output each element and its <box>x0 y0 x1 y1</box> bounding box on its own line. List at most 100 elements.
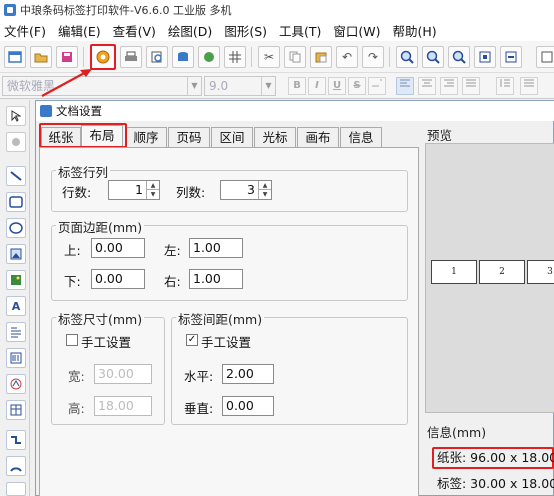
tab-paper[interactable]: 纸张 <box>41 127 81 147</box>
gap-horizontal-label: 水平: <box>184 369 214 384</box>
grid-icon[interactable] <box>224 46 246 68</box>
image-edit-tool-icon[interactable] <box>6 244 26 264</box>
tab-cursor[interactable]: 光标 <box>254 127 296 147</box>
more-tools-icon[interactable] <box>536 46 554 68</box>
cols-value: 3 <box>247 182 255 197</box>
dialog-title: 文档设置 <box>56 104 102 118</box>
line-tool-icon[interactable] <box>6 166 26 186</box>
undo-icon[interactable]: ↶ <box>336 46 358 68</box>
layout-tab-panel: 标签行列 行数: 1 ▲ ▼ 列数: 3 ▲ ▼ 页面边距(mm) 上: 0.0… <box>39 147 419 496</box>
save-icon[interactable] <box>56 46 78 68</box>
zoom-actual-icon[interactable] <box>448 46 470 68</box>
label-gap-group: 标签间距(mm) ✓ 手工设置 水平: 2.00 垂直: 0.00 <box>171 309 408 425</box>
bold-button[interactable]: B <box>288 77 306 95</box>
menu-view[interactable]: 查看(V) <box>107 21 162 40</box>
preview-area: 1 2 3 <box>425 143 554 413</box>
label-gap-manual-label: 手工设置 <box>201 335 252 350</box>
fit-page-icon[interactable] <box>474 46 496 68</box>
spin-up-icon[interactable]: ▲ <box>258 181 271 190</box>
new-document-icon[interactable] <box>4 46 26 68</box>
italic-button[interactable]: I <box>308 77 326 95</box>
menu-draw[interactable]: 绘图(D) <box>162 21 218 40</box>
edit-nodes-icon[interactable] <box>6 132 26 152</box>
fit-width-icon[interactable] <box>500 46 522 68</box>
spin-down-icon[interactable]: ▼ <box>146 190 159 199</box>
data-source-icon[interactable] <box>198 46 220 68</box>
gap-horizontal-input[interactable]: 2.00 <box>222 364 274 384</box>
menu-help[interactable]: 帮助(H) <box>387 21 443 40</box>
table-tool-icon[interactable] <box>6 400 26 420</box>
cols-stepper[interactable]: 3 ▲ ▼ <box>220 180 272 200</box>
margin-bottom-input[interactable]: 0.00 <box>91 269 145 289</box>
text-tool-icon[interactable]: A <box>6 296 26 316</box>
open-folder-icon[interactable] <box>30 46 52 68</box>
print-icon[interactable] <box>120 46 142 68</box>
tab-info[interactable]: 信息 <box>340 127 382 147</box>
line-spacing-icon[interactable] <box>520 77 538 95</box>
copy-icon[interactable] <box>284 46 306 68</box>
qrcode-tool-icon[interactable] <box>6 374 26 394</box>
menu-bar: 文件(F) 编辑(E) 查看(V) 绘图(D) 图形(S) 工具(T) 窗口(W… <box>0 20 554 41</box>
cols-label: 列数: <box>176 185 206 200</box>
align-justify-icon[interactable] <box>462 77 480 95</box>
toolbar-separator <box>251 47 252 67</box>
zoom-in-icon[interactable] <box>396 46 418 68</box>
print-preview-icon[interactable] <box>146 46 168 68</box>
database-icon[interactable] <box>172 46 194 68</box>
underline-button[interactable]: U <box>328 77 346 95</box>
align-center-icon[interactable] <box>418 77 436 95</box>
rectangle-tool-icon[interactable] <box>6 192 26 212</box>
margin-left-input[interactable]: 1.00 <box>189 238 243 258</box>
label-width-input[interactable]: 30.00 <box>94 364 152 384</box>
main-toolbar: ✂ ↶ ↷ <box>0 41 554 73</box>
rows-cols-group-title: 标签行列 <box>56 162 111 181</box>
drawing-tools-panel: A <box>0 100 30 496</box>
barcode-tool-icon[interactable] <box>6 348 26 368</box>
app-title: 中琅条码标签打印软件-V6.6.0 工业版 多机 <box>20 4 232 17</box>
spin-up-icon[interactable]: ▲ <box>146 181 159 190</box>
label-gap-manual-checkbox[interactable]: ✓ <box>186 334 198 346</box>
select-pointer-icon[interactable] <box>6 106 26 126</box>
info-title: 信息(mm) <box>427 425 487 440</box>
curve-tool-icon[interactable] <box>6 482 26 496</box>
rows-stepper[interactable]: 1 ▲ ▼ <box>108 180 160 200</box>
menu-tools[interactable]: 工具(T) <box>273 21 327 40</box>
font-size-value: 9.0 <box>209 79 229 93</box>
image-tool-icon[interactable] <box>6 270 26 290</box>
menu-shape[interactable]: 图形(S) <box>218 21 273 40</box>
app-icon <box>4 4 16 16</box>
document-settings-gear-icon[interactable] <box>90 44 116 70</box>
redo-icon[interactable]: ↷ <box>362 46 384 68</box>
label-size-manual-checkbox[interactable] <box>66 334 78 346</box>
font-size-select[interactable]: 9.0 ▼ <box>204 76 276 96</box>
label-height-input[interactable]: 18.00 <box>94 396 152 416</box>
margin-right-input[interactable]: 1.00 <box>189 269 243 289</box>
margin-right-label: 右: <box>164 274 181 289</box>
polyline-tool-icon[interactable] <box>6 430 26 450</box>
spin-down-icon[interactable]: ▼ <box>258 190 271 199</box>
tab-order[interactable]: 顺序 <box>125 127 167 147</box>
text-spacing-icon[interactable] <box>496 77 514 95</box>
menu-edit[interactable]: 编辑(E) <box>52 21 107 40</box>
menu-file[interactable]: 文件(F) <box>0 21 52 40</box>
menu-window[interactable]: 窗口(W) <box>327 21 386 40</box>
margin-top-input[interactable]: 0.00 <box>91 238 145 258</box>
ellipse-tool-icon[interactable] <box>6 218 26 238</box>
superscript-icon[interactable] <box>368 77 386 95</box>
tab-canvas[interactable]: 画布 <box>297 127 339 147</box>
cut-icon[interactable]: ✂ <box>258 46 280 68</box>
tab-layout[interactable]: 布局 <box>81 125 123 147</box>
gap-vertical-input[interactable]: 0.00 <box>222 396 274 416</box>
margin-top-label: 上: <box>64 243 81 258</box>
strikethrough-button[interactable]: S <box>348 77 366 95</box>
arc-tool-icon[interactable] <box>6 456 26 476</box>
align-left-icon[interactable] <box>396 77 414 95</box>
tab-page-number[interactable]: 页码 <box>168 127 210 147</box>
font-name-select[interactable]: 微软雅黑 ▼ <box>2 76 202 96</box>
rich-text-tool-icon[interactable] <box>6 322 26 342</box>
tab-range[interactable]: 区间 <box>211 127 253 147</box>
chevron-down-icon: ▼ <box>261 77 275 95</box>
paste-icon[interactable] <box>310 46 332 68</box>
align-right-icon[interactable] <box>440 77 458 95</box>
zoom-out-icon[interactable] <box>422 46 444 68</box>
